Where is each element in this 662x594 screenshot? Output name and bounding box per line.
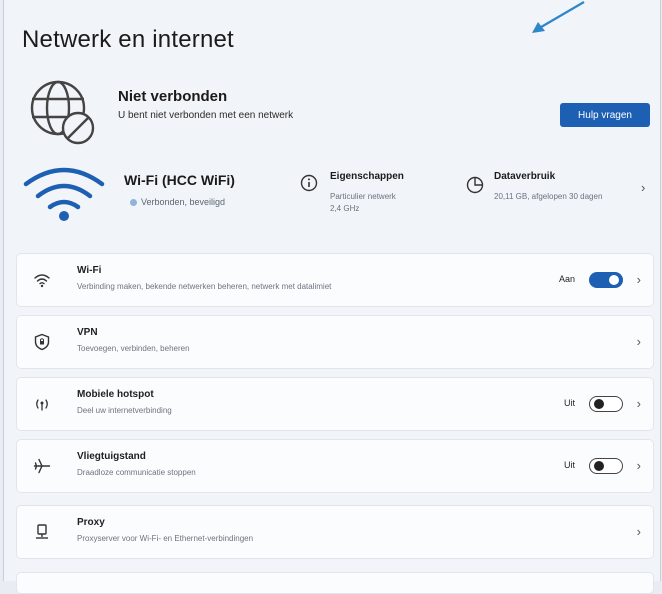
hotspot-icon	[36, 399, 48, 411]
wifi-toggle[interactable]	[589, 272, 623, 288]
chevron-right-icon[interactable]: ›	[637, 396, 641, 411]
toggle-state-label: Aan	[558, 274, 575, 284]
chevron-right-icon[interactable]: ›	[637, 458, 641, 473]
setting-row-vpn[interactable]: VPN Toevoegen, verbinden, beheren ›	[16, 315, 654, 369]
data-usage-amount: 20,11 GB, afgelopen 30 dagen	[494, 192, 603, 201]
connection-status-title: Niet verbonden	[118, 88, 228, 105]
setting-row-hotspot[interactable]: Mobiele hotspot Deel uw internetverbindi…	[16, 377, 654, 431]
shield-status-icon	[130, 198, 137, 206]
properties-link[interactable]: Eigenschappen	[330, 171, 404, 182]
data-usage-link[interactable]: Dataverbruik	[494, 171, 555, 182]
help-button[interactable]: Hulp vragen	[560, 103, 650, 127]
setting-row-partial[interactable]	[16, 572, 654, 594]
annotation-arrow-icon	[532, 1, 585, 33]
chevron-right-icon[interactable]: ›	[637, 334, 641, 349]
connection-status-subtitle: U bent niet verbonden met een netwerk	[118, 110, 294, 121]
hotspot-toggle[interactable]	[589, 396, 623, 412]
toggle-state-label: Uit	[564, 460, 575, 470]
setting-row-airplane[interactable]: Vliegtuigstand Draadloze communicatie st…	[16, 439, 654, 493]
wifi-icon	[34, 274, 50, 288]
chevron-right-icon[interactable]: ›	[637, 272, 641, 287]
setting-row-proxy[interactable]: Proxy Proxyserver voor Wi-Fi- en Etherne…	[16, 505, 654, 559]
wifi-large-icon	[23, 167, 105, 221]
setting-description: Toevoegen, verbinden, beheren	[77, 344, 190, 353]
setting-description: Verbinding maken, bekende netwerken behe…	[77, 282, 332, 291]
toggle-knob	[594, 461, 604, 471]
toggle-knob	[594, 399, 604, 409]
properties-info-icon[interactable]	[300, 174, 318, 192]
globe-no-connection-icon	[30, 80, 95, 145]
setting-label: Proxy	[77, 517, 105, 528]
setting-description: Deel uw internetverbinding	[77, 406, 172, 415]
page-title: Netwerk en internet	[22, 26, 234, 53]
airplane-icon	[33, 458, 51, 474]
setting-label: Wi-Fi	[77, 265, 102, 276]
toggle-state-label: Uit	[564, 398, 575, 408]
setting-label: Mobiele hotspot	[77, 389, 154, 400]
toggle-knob	[609, 275, 619, 285]
wifi-state-label: Verbonden, beveiligd	[141, 197, 226, 207]
setting-label: Vliegtuigstand	[77, 451, 146, 462]
wifi-network-name[interactable]: Wi-Fi (HCC WiFi)	[124, 172, 235, 188]
properties-band: 2,4 GHz	[330, 204, 360, 213]
data-usage-chevron-icon[interactable]: ›	[641, 180, 645, 195]
data-usage-icon[interactable]	[466, 176, 484, 194]
setting-label: VPN	[77, 327, 98, 338]
proxy-icon	[36, 524, 48, 539]
properties-network-type: Particulier netwerk	[330, 192, 396, 201]
setting-description: Proxyserver voor Wi-Fi- en Ethernet-verb…	[77, 534, 254, 543]
vpn-shield-icon	[34, 333, 50, 351]
chevron-right-icon[interactable]: ›	[637, 524, 641, 539]
wifi-connection-state: Verbonden, beveiligd	[130, 197, 225, 207]
setting-row-wifi[interactable]: Wi-Fi Verbinding maken, bekende netwerke…	[16, 253, 654, 307]
setting-description: Draadloze communicatie stoppen	[77, 468, 196, 477]
airplane-toggle[interactable]	[589, 458, 623, 474]
